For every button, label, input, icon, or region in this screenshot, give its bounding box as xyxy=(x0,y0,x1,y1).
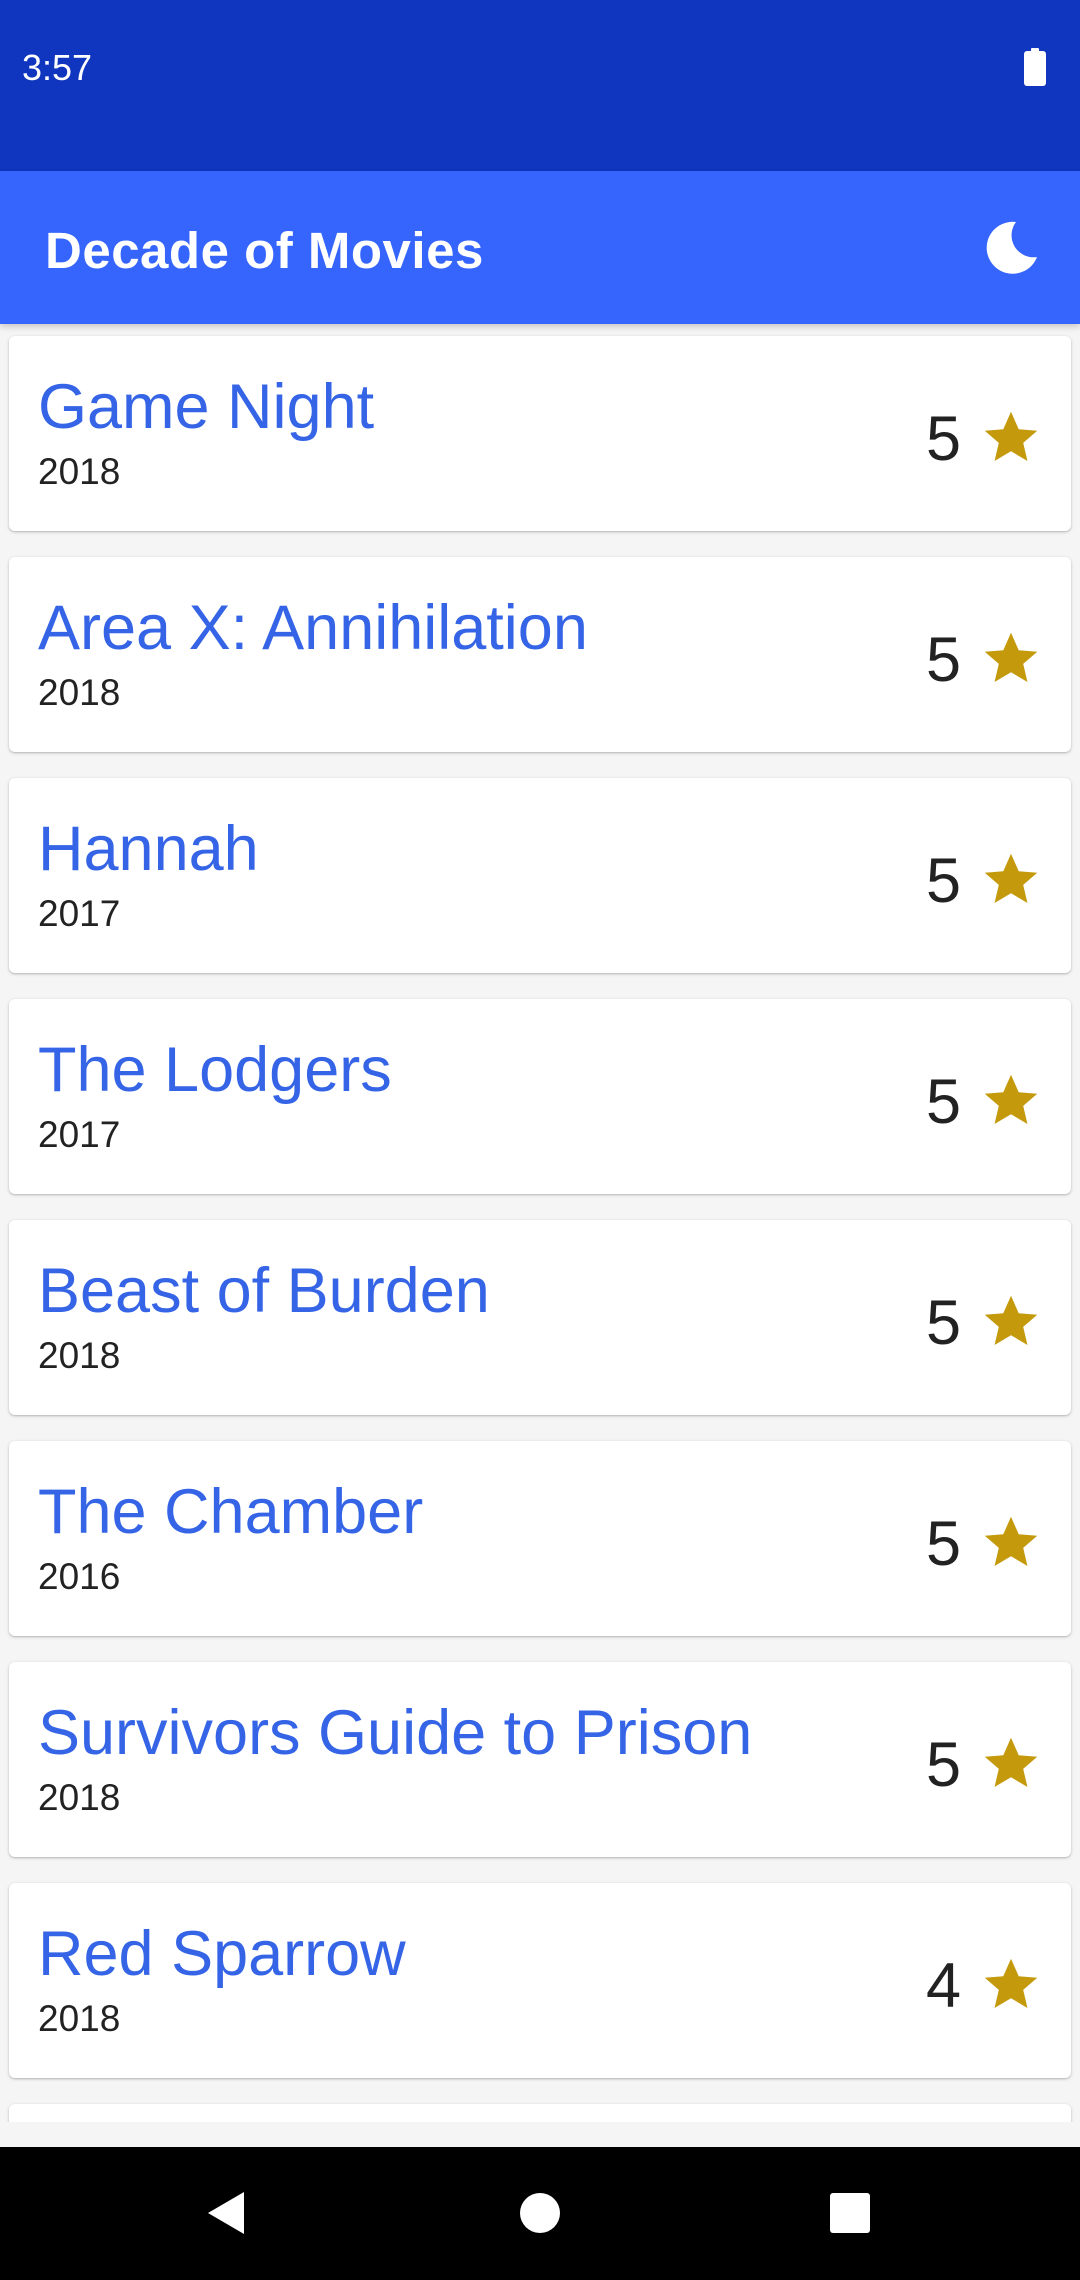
movie-year: 2018 xyxy=(38,1998,121,2039)
movie-rating: 5 xyxy=(925,1730,961,1800)
movie-rating: 5 xyxy=(925,1509,961,1579)
star-icon xyxy=(984,1074,1038,1124)
movie-year: 2016 xyxy=(38,1556,121,1597)
status-bar: 3:57 xyxy=(0,0,1080,171)
nav-home-button[interactable] xyxy=(494,2167,586,2259)
movie-card[interactable]: Red Sparrow 2018 4 xyxy=(9,1883,1071,2078)
movie-year: 2018 xyxy=(38,1777,121,1818)
movie-title: The Chamber xyxy=(38,1477,424,1547)
movie-rating: 5 xyxy=(925,1288,961,1358)
recents-square-icon xyxy=(830,2193,870,2233)
movie-card[interactable]: Survivors Guide to Prison 2018 5 xyxy=(9,1662,1071,1857)
movie-list[interactable]: Game Night 2018 5 Area X: Annihilation 2… xyxy=(0,324,1080,2122)
movie-title: The Lodgers xyxy=(38,1035,392,1105)
movie-card[interactable]: Beast of Burden 2018 5 xyxy=(9,1220,1071,1415)
moon-icon xyxy=(986,221,1037,274)
movie-rating: 5 xyxy=(925,404,961,474)
movie-card[interactable]: The Chamber 2016 5 xyxy=(9,1441,1071,1636)
back-triangle-icon xyxy=(208,2192,244,2234)
movie-year: 2017 xyxy=(38,1114,121,1155)
star-icon xyxy=(984,632,1038,682)
movie-card[interactable]: The Lodgers 2017 5 xyxy=(9,999,1071,1194)
star-icon xyxy=(984,1958,1038,2008)
nav-back-button[interactable] xyxy=(180,2167,272,2259)
movie-title: Area X: Annihilation xyxy=(38,593,588,663)
star-icon xyxy=(984,1295,1038,1345)
home-circle-icon xyxy=(520,2193,560,2233)
movie-rating: 4 xyxy=(925,1951,961,2021)
movie-rating: 5 xyxy=(925,846,961,916)
movie-card[interactable]: Game Night 2018 5 xyxy=(9,336,1071,531)
movie-rating: 5 xyxy=(925,625,961,695)
movie-card[interactable]: Hannah 2017 5 xyxy=(9,778,1071,973)
movie-rating: 5 xyxy=(925,1067,961,1137)
star-icon xyxy=(984,1737,1038,1787)
app-bar: Decade of Movies xyxy=(0,171,1080,324)
movie-title: Survivors Guide to Prison xyxy=(38,1698,753,1768)
movie-year: 2018 xyxy=(38,1335,121,1376)
navigation-bar xyxy=(0,2147,1080,2280)
star-icon xyxy=(984,853,1038,903)
status-time: 3:57 xyxy=(22,47,93,88)
movie-year: 2018 xyxy=(38,672,121,713)
movie-title: Hannah xyxy=(38,814,259,884)
star-icon xyxy=(984,1516,1038,1566)
movie-year: 2018 xyxy=(38,451,121,492)
screen: 3:57 Decade of Movies Game Night 2018 5 … xyxy=(0,0,1080,2280)
movie-title: Game Night xyxy=(38,372,375,442)
app-title: Decade of Movies xyxy=(45,222,484,279)
movie-card[interactable]: Area X: Annihilation 2018 5 xyxy=(9,557,1071,752)
movie-title: Beast of Burden xyxy=(38,1256,490,1326)
nav-recents-button[interactable] xyxy=(804,2167,896,2259)
night-mode-toggle-button[interactable] xyxy=(972,209,1050,287)
star-icon xyxy=(984,411,1038,461)
movie-card-partial[interactable] xyxy=(9,2104,1071,2122)
battery-icon xyxy=(1024,48,1046,86)
movie-year: 2017 xyxy=(38,893,121,934)
movie-title: Red Sparrow xyxy=(38,1919,406,1989)
